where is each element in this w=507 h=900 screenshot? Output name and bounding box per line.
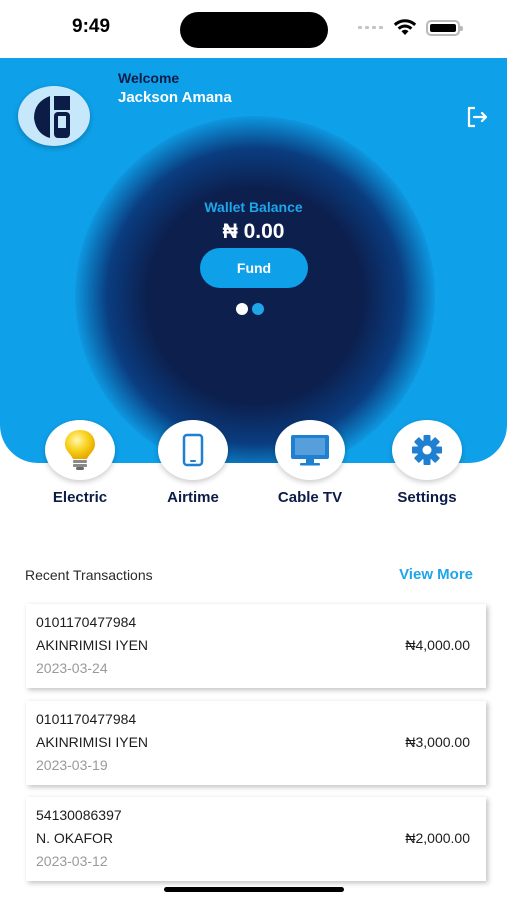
tv-icon (291, 435, 329, 466)
transaction-account: 0101170477984 (36, 711, 137, 727)
user-name: Jackson Amana (118, 89, 232, 106)
transaction-amount: ₦3,000.00 (405, 734, 470, 750)
transaction-date: 2023-03-24 (36, 660, 108, 676)
transaction-card[interactable]: 0101170477984 AKINRIMISI IYEN 2023-03-19… (26, 701, 486, 785)
cable-tv-button[interactable]: Cable TV (255, 420, 365, 506)
lightbulb-icon (65, 430, 95, 470)
welcome-text: Welcome (118, 70, 180, 86)
battery-icon (426, 20, 463, 36)
wallet-header: Welcome Jackson Amana Wallet Balance ₦ 0… (0, 58, 507, 463)
transaction-account: 54130086397 (36, 807, 122, 823)
fund-button[interactable]: Fund (200, 248, 308, 288)
cellular-signal-icon (358, 26, 383, 29)
settings-button[interactable]: Settings (372, 420, 482, 506)
transaction-card[interactable]: 0101170477984 AKINRIMISI IYEN 2023-03-24… (26, 604, 486, 688)
status-time: 9:49 (72, 16, 111, 37)
airtime-button[interactable]: Airtime (138, 420, 248, 506)
electric-button[interactable]: Electric (25, 420, 135, 506)
settings-label: Settings (397, 489, 457, 506)
home-indicator[interactable] (164, 887, 344, 892)
brand-logo-icon (34, 96, 70, 138)
transaction-amount: ₦4,000.00 (405, 637, 470, 653)
transaction-amount: ₦2,000.00 (405, 830, 470, 846)
airtime-label: Airtime (167, 489, 219, 506)
cable-tv-label: Cable TV (277, 489, 343, 506)
transaction-account: 0101170477984 (36, 614, 137, 630)
balance-glow (75, 116, 435, 463)
wallet-balance-label: Wallet Balance (204, 199, 303, 215)
view-more-link[interactable]: View More (399, 566, 473, 583)
status-bar: 9:49 (0, 0, 507, 58)
wifi-icon (393, 19, 417, 35)
page-dot-active[interactable] (236, 303, 248, 315)
phone-icon (182, 433, 204, 467)
transaction-name: N. OKAFOR (36, 830, 114, 846)
transaction-date: 2023-03-19 (36, 757, 108, 773)
transaction-card[interactable]: 54130086397 N. OKAFOR 2023-03-12 ₦2,000.… (26, 797, 486, 881)
recent-transactions-title: Recent Transactions (25, 567, 153, 583)
transaction-date: 2023-03-12 (36, 853, 108, 869)
gear-icon (412, 435, 442, 465)
avatar[interactable] (18, 86, 90, 146)
page-dot-inactive[interactable] (252, 303, 264, 315)
logout-icon[interactable] (464, 104, 490, 130)
transaction-name: AKINRIMISI IYEN (36, 637, 149, 653)
page-indicator[interactable] (236, 303, 264, 315)
wallet-balance-value: ₦ 0.00 (222, 220, 285, 243)
transaction-name: AKINRIMISI IYEN (36, 734, 149, 750)
dynamic-island (180, 12, 328, 48)
electric-label: Electric (52, 489, 108, 506)
